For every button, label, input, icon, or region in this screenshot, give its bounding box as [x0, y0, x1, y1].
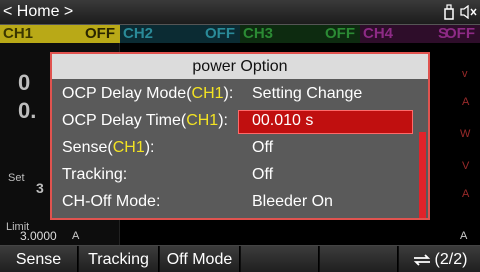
dialog-scrollbar[interactable] — [419, 132, 426, 218]
right-unit-3: W — [460, 128, 471, 140]
row-value: Off — [252, 139, 274, 156]
channel-2-header[interactable]: CH2 OFF — [120, 25, 240, 43]
channel-name: CH1 — [3, 25, 34, 42]
row-sense[interactable]: Sense(CH1): Off — [52, 135, 428, 162]
home-button[interactable]: < Home > — [3, 3, 73, 21]
right-unit-1: v — [462, 68, 468, 80]
limit-unit: A — [72, 230, 80, 242]
row-ch-off-mode[interactable]: CH-Off Mode: Bleeder On — [52, 189, 428, 216]
channel-state: OFF — [205, 25, 235, 42]
channel-state: OFF — [85, 25, 115, 42]
row-ocp-delay-mode[interactable]: OCP Delay Mode(CH1): Setting Change — [52, 81, 428, 108]
channel-name: CH2 — [123, 25, 154, 42]
row-value: Bleeder On — [252, 193, 333, 210]
row-tracking[interactable]: Tracking: Off — [52, 162, 428, 189]
right-unit-2: A — [462, 96, 470, 108]
set-digit: 3 — [36, 180, 44, 196]
sense-softkey[interactable]: Sense — [0, 246, 78, 272]
set-label: Set — [8, 172, 25, 184]
ch1-current-digit: 0. — [18, 98, 37, 123]
row-label: Sense(CH1): — [62, 139, 155, 156]
channel-1-header[interactable]: CH1 OFF — [0, 25, 120, 43]
usb-icon — [444, 4, 454, 20]
tracking-softkey[interactable]: Tracking — [79, 246, 159, 272]
off-mode-softkey[interactable]: Off Mode — [160, 246, 240, 272]
channel-4-header[interactable]: CH4 S OFF — [360, 25, 480, 43]
channel-3-header[interactable]: CH3 OFF — [240, 25, 360, 43]
limit-value: 3.0000 — [20, 229, 57, 243]
ch1-voltage-digit: 0 — [18, 70, 31, 95]
page-softkey[interactable]: (2/2) — [399, 246, 480, 272]
top-bar: < Home > — [0, 0, 480, 25]
channel-name: CH3 — [243, 25, 274, 42]
row-label: OCP Delay Time(CH1): — [62, 112, 228, 129]
row-value: Setting Change — [252, 85, 363, 102]
channel-name: CH4 — [363, 25, 394, 42]
right-limit-unit: A — [460, 230, 468, 242]
row-label: Tracking: — [62, 166, 128, 183]
power-option-dialog: power Option OCP Delay Mode(CH1): Settin… — [50, 52, 430, 220]
row-ocp-delay-time[interactable]: OCP Delay Time(CH1): 00.010 s — [52, 108, 428, 135]
row-label: CH-Off Mode: — [62, 193, 161, 210]
row-label: OCP Delay Mode(CH1): — [62, 85, 234, 102]
channel-state: OFF — [325, 25, 355, 42]
page-indicator: (2/2) — [434, 251, 468, 268]
right-unit-4: V — [462, 160, 470, 172]
softkey-4[interactable] — [241, 246, 319, 272]
row-value: 00.010 s — [252, 112, 314, 129]
dialog-title: power Option — [52, 54, 428, 79]
softkey-5[interactable] — [320, 246, 398, 272]
softkey-bar: Sense Tracking Off Mode (2/2) — [0, 245, 480, 272]
speaker-mute-icon[interactable] — [460, 5, 477, 19]
page-cycle-icon — [413, 253, 430, 266]
channel-state: OFF — [445, 25, 475, 42]
right-unit-5: A — [462, 188, 470, 200]
row-value: Off — [252, 166, 274, 183]
